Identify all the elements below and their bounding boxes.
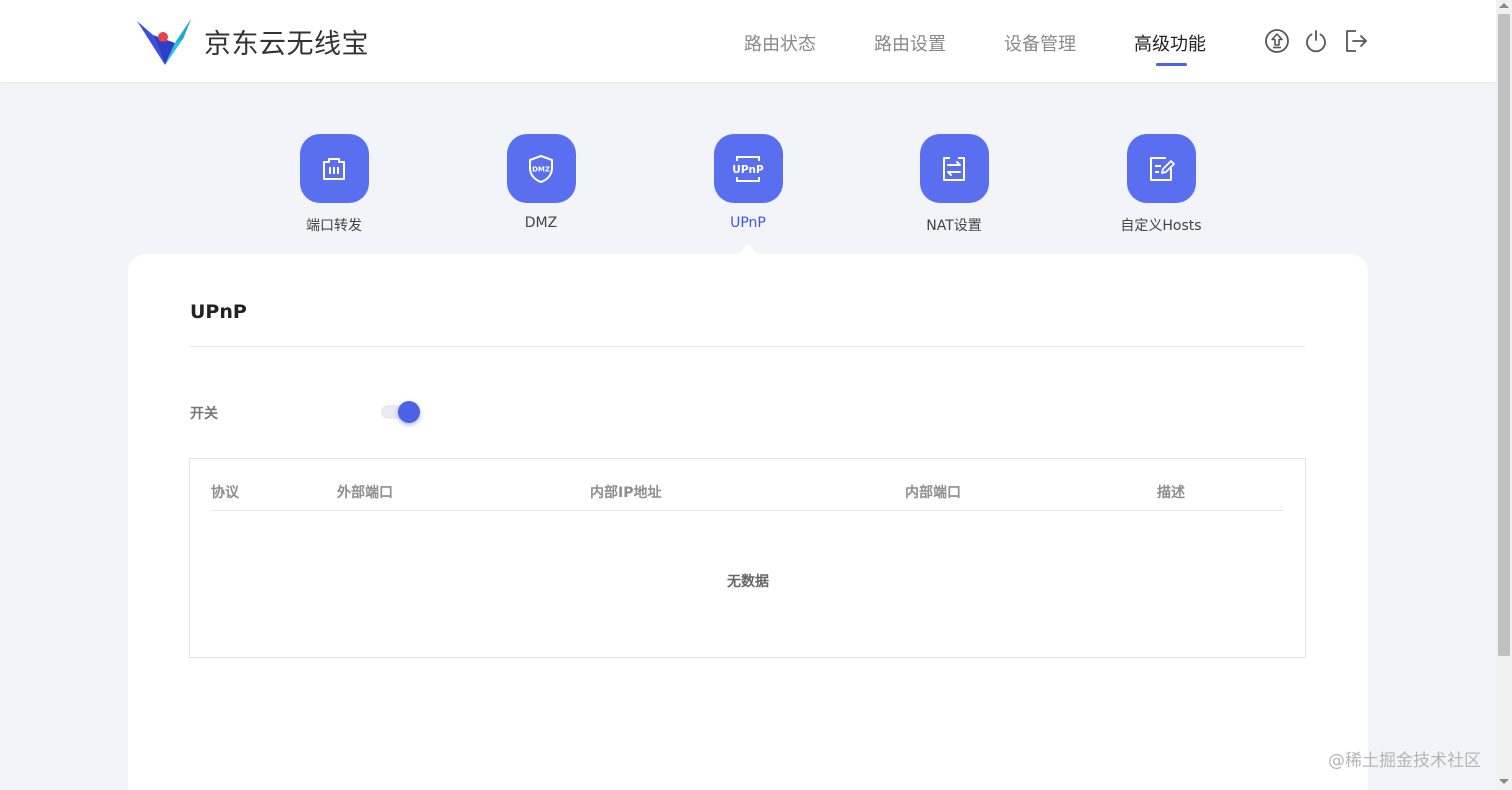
nav-item-device-management[interactable]: 设备管理 <box>1004 30 1076 56</box>
upnp-icon: UPnP <box>732 155 764 182</box>
tile-label: DMZ <box>524 215 558 231</box>
svg-text:DMZ: DMZ <box>532 165 550 173</box>
table-header-divider <box>211 510 1284 511</box>
nat-icon <box>943 156 965 181</box>
panel-title: UPnP <box>190 301 247 323</box>
divider <box>190 346 1305 347</box>
tile-button[interactable] <box>299 134 369 203</box>
tile-custom-hosts[interactable]: 自定义Hosts <box>1101 134 1221 235</box>
scroll-thumb[interactable] <box>1498 14 1510 656</box>
jd-cloud-logo-icon <box>137 19 191 65</box>
column-header-protocol: 协议 <box>211 485 239 501</box>
switch-knob <box>398 401 420 423</box>
nav-item-router-settings[interactable]: 路由设置 <box>874 30 946 56</box>
hosts-edit-icon <box>1150 156 1175 181</box>
column-header-external-port: 外部端口 <box>337 485 393 501</box>
column-header-internal-port: 内部端口 <box>905 485 961 501</box>
column-header-internal-ip: 内部IP地址 <box>590 485 662 501</box>
tile-dmz[interactable]: DMZ DMZ <box>481 134 601 231</box>
tile-button[interactable] <box>919 134 989 203</box>
scroll-up-arrow-icon[interactable] <box>1499 3 1509 8</box>
tile-upnp[interactable]: UPnP UPnP <box>688 134 808 231</box>
switch-label: 开关 <box>190 406 218 422</box>
tile-nat-settings[interactable]: NAT设置 <box>894 134 1014 235</box>
column-header-description: 描述 <box>1157 485 1185 501</box>
tile-button[interactable] <box>1126 134 1196 203</box>
tile-button[interactable]: UPnP <box>713 134 783 203</box>
logout-icon[interactable] <box>1343 28 1369 54</box>
top-header: 京东云无线宝 路由状态 路由设置 设备管理 高级功能 <box>0 0 1496 82</box>
svg-text:UPnP: UPnP <box>732 164 764 176</box>
scroll-down-arrow-icon[interactable] <box>1499 779 1509 784</box>
panel-pointer <box>737 244 759 255</box>
tile-label: 端口转发 <box>306 218 362 234</box>
port-forward-icon <box>323 157 345 180</box>
tile-label: NAT设置 <box>926 218 982 234</box>
empty-state-text: 无数据 <box>727 574 769 590</box>
tile-port-forwarding[interactable]: 端口转发 <box>274 134 394 235</box>
tile-label: 自定义Hosts <box>1120 218 1202 234</box>
power-icon[interactable] <box>1303 28 1329 54</box>
vertical-scrollbar[interactable] <box>1496 0 1512 790</box>
nav-item-router-status[interactable]: 路由状态 <box>744 30 816 56</box>
upnp-toggle-switch[interactable] <box>381 400 423 424</box>
nav-item-advanced-features[interactable]: 高级功能 <box>1134 30 1206 56</box>
brand-name: 京东云无线宝 <box>204 29 369 60</box>
upgrade-icon[interactable] <box>1264 28 1290 54</box>
tile-label: UPnP <box>730 215 766 231</box>
nav-active-indicator <box>1156 63 1187 66</box>
tile-button[interactable]: DMZ <box>506 134 576 203</box>
watermark: @稀土掘金技术社区 <box>1328 751 1481 771</box>
dmz-shield-icon: DMZ <box>529 154 553 183</box>
